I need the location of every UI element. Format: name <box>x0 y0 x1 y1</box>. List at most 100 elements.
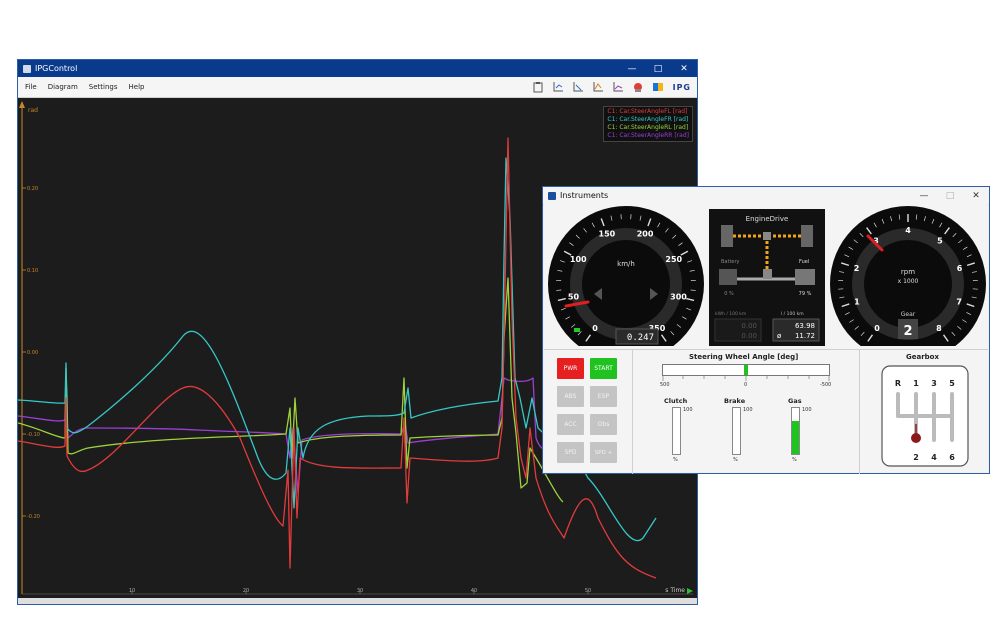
gauge-label: 50 <box>568 293 580 302</box>
menu-help[interactable]: Help <box>129 83 145 91</box>
fuel-tank-icon <box>795 269 815 285</box>
fuel-value: 79 % <box>799 291 812 297</box>
gauge-label: 4 <box>905 226 911 235</box>
legend: C1: Car.SteerAngleFL [rad] C1: Car.Steer… <box>603 106 693 142</box>
battery-label: Battery <box>721 259 740 265</box>
wheel-fr <box>801 225 813 247</box>
y-tick-label: 0.10 <box>27 268 38 274</box>
legend-entry-fr: C1: Car.SteerAngleFR [rad] <box>607 116 689 123</box>
steering-bar <box>662 364 830 376</box>
y-axis-unit: rad <box>28 107 38 114</box>
gear-2: 2 <box>913 453 919 462</box>
gauge-label: 6 <box>957 264 963 273</box>
acc-button[interactable]: ACC <box>557 414 584 435</box>
speed-unit: km/h <box>617 260 635 268</box>
x-tick-label: 50 <box>585 588 591 594</box>
enginedrive-diagram: EngineDrive Battery Fuel 0 % 79 % kWh / … <box>714 215 820 342</box>
gauge-label: 150 <box>599 229 616 238</box>
fuel-label: Fuel <box>799 259 809 265</box>
menu-file[interactable]: File <box>25 83 37 91</box>
ipg-logo: IPG <box>672 82 691 92</box>
brake-bar <box>732 407 741 455</box>
diagram-add-icon[interactable] <box>611 81 625 93</box>
menu-diagram[interactable]: Diagram <box>48 83 78 91</box>
consumption-avg: 0.00 <box>741 332 757 340</box>
steering-mid-label: 0 <box>744 382 748 388</box>
steering-max-label: -500 <box>820 382 832 388</box>
esp-button[interactable]: ESP <box>590 386 617 407</box>
gauge-label: 2 <box>854 264 860 273</box>
x-axis-label: s Time <box>665 587 685 594</box>
status-bar <box>18 598 697 604</box>
gear-1: 1 <box>913 379 919 388</box>
window-title: IPGControl <box>35 64 78 73</box>
clutch-max: 100 <box>683 407 693 413</box>
trace-steerangle-rl <box>18 277 564 503</box>
clipboard-icon[interactable] <box>531 81 545 93</box>
ipg-logo-icon <box>651 81 665 93</box>
start-button[interactable]: START <box>590 358 617 379</box>
gauge-label: 0 <box>874 324 880 333</box>
record-icon[interactable] <box>631 81 645 93</box>
speedometer: 050100150200250300350 km/h 0.247 <box>548 206 704 346</box>
indicator-light <box>574 328 580 332</box>
maximize-button[interactable]: □ <box>645 60 671 77</box>
x-tick-label: 40 <box>471 588 477 594</box>
obs-button[interactable]: Obs <box>590 414 617 435</box>
menu-settings[interactable]: Settings <box>89 83 118 91</box>
abs-button[interactable]: ABS <box>557 386 584 407</box>
odometer-value: 0.247 <box>627 333 654 343</box>
menu-bar: File Diagram Settings Help IPG <box>18 77 697 98</box>
gauge-label: 8 <box>936 324 942 333</box>
rpm-unit: rpm <box>901 268 915 276</box>
clutch-unit: % <box>673 457 678 463</box>
gauge-label: 300 <box>670 293 687 302</box>
gas-fill <box>792 420 799 454</box>
gear-4: 4 <box>931 453 937 462</box>
wheel-fl <box>721 225 733 247</box>
y-tick-label: -0.20 <box>27 514 40 520</box>
ipgcontrol-titlebar[interactable]: IPGControl — □ ✕ <box>18 60 697 77</box>
legend-entry-fl: C1: Car.SteerAngleFL [rad] <box>607 108 688 115</box>
battery-value: 0 % <box>724 291 734 297</box>
gear-knob[interactable] <box>911 433 921 443</box>
instruments-title: Instruments <box>560 191 609 200</box>
diagram-zoom-icon[interactable] <box>591 81 605 93</box>
minimize-button[interactable]: — <box>619 60 645 77</box>
gear-3: 3 <box>931 379 937 388</box>
brake-unit: % <box>733 457 738 463</box>
brake-label: Brake <box>724 397 746 405</box>
enginedrive-panel: EngineDrive Battery Fuel 0 % 79 % kWh / … <box>709 209 825 346</box>
fuel-consumption-avg: 11.72 <box>795 332 815 340</box>
rpm-scale: x 1000 <box>898 278 919 285</box>
instruments-titlebar[interactable]: Instruments — □ ✕ <box>543 187 989 205</box>
spd-button[interactable]: SPD <box>557 442 584 463</box>
instruments-window: Instruments — □ ✕ 050100150200250300350 … <box>542 186 990 474</box>
diagram-y-icon[interactable] <box>551 81 565 93</box>
gear-value: 2 <box>903 324 912 339</box>
gearbox-diagram[interactable]: R 1 3 5 2 4 6 <box>880 364 970 468</box>
y-tick-label: 0.20 <box>27 186 38 192</box>
close-button[interactable]: ✕ <box>671 60 697 77</box>
steering-marker <box>744 365 748 375</box>
diagram-x-icon[interactable] <box>571 81 585 93</box>
gear-r: R <box>895 379 901 388</box>
spd-plus-button[interactable]: SPD + <box>590 442 617 463</box>
gauge-label: 200 <box>637 229 654 238</box>
battery-icon <box>719 269 737 285</box>
consumption-label: kWh / 100 km <box>715 311 746 317</box>
divider <box>859 350 860 474</box>
y-tick-label: 0.00 <box>27 350 38 356</box>
gauge-label: 0 <box>592 324 598 333</box>
divider <box>632 350 633 474</box>
instruments-close-button[interactable]: ✕ <box>963 187 989 204</box>
instruments-minimize-button[interactable]: — <box>911 187 937 204</box>
pwr-button[interactable]: PWR <box>557 358 584 379</box>
instruments-maximize-button[interactable]: □ <box>937 187 963 204</box>
y-axis-arrow-icon <box>19 101 25 108</box>
divider <box>544 349 988 350</box>
gas-label: Gas <box>788 397 802 405</box>
instruments-app-icon <box>548 191 556 200</box>
consumption-value: 0.00 <box>741 322 757 330</box>
gear-6: 6 <box>949 453 955 462</box>
